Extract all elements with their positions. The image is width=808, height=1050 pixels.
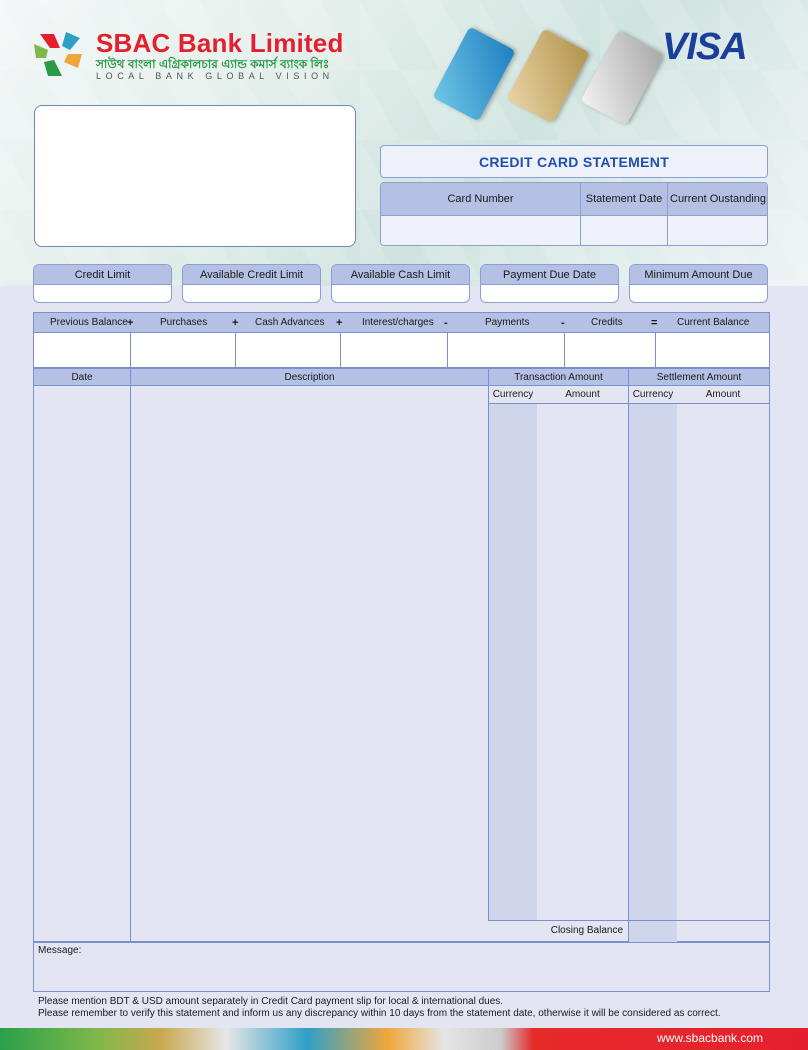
minimum-amount-due-box: Minimum Amount Due [629,264,768,303]
column-divider [340,333,341,368]
column-divider [564,333,565,368]
current-outstanding-header: Current Oustanding [668,183,767,215]
settlement-currency-header: Currency [629,386,677,404]
credit-limit-box: Credit Limit [33,264,172,303]
available-credit-limit-label: Available Credit Limit [183,265,320,285]
credits-label: Credits [591,317,623,328]
payment-due-date-box: Payment Due Date [480,264,619,303]
available-credit-limit-box: Available Credit Limit [182,264,321,303]
column-divider [447,333,448,368]
statement-title: CREDIT CARD STATEMENT [380,145,768,178]
balance-summary-table: Previous Balance + Purchases + Cash Adva… [33,312,770,368]
plus-operator: + [232,317,239,329]
plus-operator: + [127,317,134,329]
settlement-currency-column [629,404,677,942]
transaction-currency-column [489,404,537,920]
visa-logo: VISA [662,26,748,68]
column-divider [235,333,236,368]
column-divider [130,369,131,942]
bank-name: SBAC Bank Limited [96,28,344,58]
transactions-table: Date Description Transaction Amount Sett… [33,368,770,942]
footnote-bdt-usd: Please mention BDT & USD amount separate… [38,996,504,1007]
statement-info-table: Card Number Statement Date Current Ousta… [380,182,768,246]
statement-date-value [581,215,668,245]
transaction-currency-header: Currency [489,386,537,404]
column-divider [628,369,629,942]
payment-due-date-label: Payment Due Date [481,265,618,285]
current-outstanding-value [668,215,767,245]
website-url: www.sbacbank.com [657,1031,764,1045]
available-cash-limit-box: Available Cash Limit [331,264,470,303]
minus-operator: - [444,317,448,329]
previous-balance-label: Previous Balance [50,317,128,328]
payments-label: Payments [485,317,530,328]
column-divider [655,333,656,368]
closing-balance-label: Closing Balance [550,925,623,936]
column-divider [130,333,131,368]
date-header: Date [34,369,130,386]
settlement-amount-subheader: Amount [677,386,769,404]
minimum-amount-due-label: Minimum Amount Due [630,265,767,285]
address-box [34,105,356,247]
bank-tagline: LOCAL BANK GLOBAL VISION [96,71,334,81]
equals-operator: = [651,317,658,329]
interest-charges-label: Interest/charges [362,317,434,328]
purchases-label: Purchases [160,317,208,328]
minus-operator: - [561,317,565,329]
transaction-amount-header: Transaction Amount [489,369,628,386]
current-balance-label: Current Balance [677,317,750,328]
message-box: Message: [33,942,770,992]
plus-operator: + [336,317,343,329]
column-divider [488,369,489,920]
transaction-amount-subheader: Amount [537,386,628,404]
card-number-header: Card Number [381,183,581,215]
footnote-verify-statement: Please remember to verify this statement… [38,1008,721,1019]
cash-advances-label: Cash Advances [255,317,325,328]
available-cash-limit-label: Available Cash Limit [332,265,469,285]
balance-header-row: Previous Balance + Purchases + Cash Adva… [34,313,769,333]
settlement-amount-header: Settlement Amount [629,369,769,386]
message-label: Message: [38,945,82,956]
card-number-value [381,215,581,245]
credit-limit-label: Credit Limit [34,265,171,285]
description-header: Description [131,369,488,386]
bank-logo-icon [34,32,82,76]
statement-date-header: Statement Date [581,183,668,215]
